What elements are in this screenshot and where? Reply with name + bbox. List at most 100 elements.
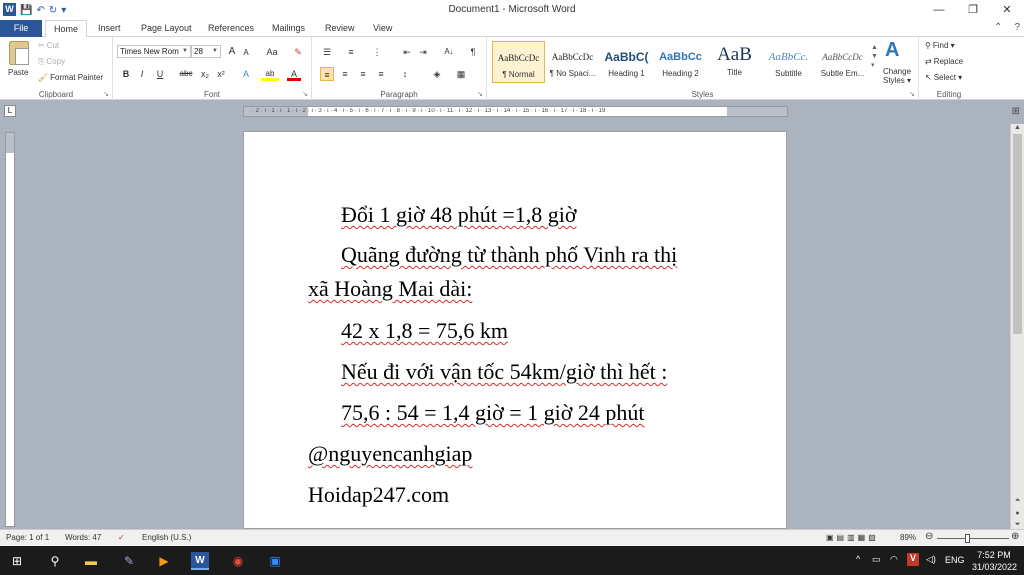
grow-font-button[interactable]: A <box>225 45 239 59</box>
align-right-icon[interactable]: ≡ <box>356 67 370 81</box>
underline-button[interactable]: U <box>153 67 167 81</box>
bold-button[interactable]: B <box>119 67 133 81</box>
vertical-ruler[interactable] <box>5 132 15 527</box>
file-explorer-icon[interactable]: ▬ <box>82 552 100 570</box>
subscript-button[interactable]: x₂ <box>198 67 212 81</box>
tab-selector[interactable]: L <box>4 105 16 117</box>
font-size-select[interactable]: 28 ▼ <box>191 45 221 58</box>
zoom-level[interactable]: 89% <box>900 533 916 542</box>
ribbon-collapse-icon[interactable]: ⌃ <box>994 22 1002 33</box>
style-heading-1[interactable]: AaBbC( Heading 1 <box>600 41 653 83</box>
battery-icon[interactable]: ▭ <box>872 554 881 575</box>
show-marks-button[interactable]: ¶ <box>466 45 480 59</box>
tab-home[interactable]: Home <box>45 20 88 38</box>
minimize-button[interactable]: — <box>922 0 956 20</box>
style-title[interactable]: AaB Title <box>708 41 761 83</box>
word-count[interactable]: Words: 47 <box>65 533 101 542</box>
chrome-icon[interactable]: ◉ <box>229 552 247 570</box>
shading-icon[interactable]: ◈ <box>430 67 444 81</box>
close-button[interactable]: ✕ <box>990 0 1024 20</box>
word-taskbar-icon[interactable]: W <box>191 552 209 570</box>
proofing-icon[interactable]: ✓ <box>118 533 125 542</box>
change-case-button[interactable]: Aa <box>263 45 281 59</box>
sort-button[interactable]: A↓ <box>440 45 458 59</box>
style-heading-2[interactable]: AaBbCc Heading 2 <box>654 41 707 83</box>
style-no-spacing[interactable]: AaBbCcDc ¶ No Spaci... <box>546 41 599 83</box>
styles-scroll-controls[interactable]: ▲ ▼ ▾ <box>871 43 878 70</box>
document-body[interactable]: Đổi 1 giờ 48 phút =1,8 giờ Quãng đường t… <box>308 194 728 515</box>
tab-file[interactable]: File <box>0 20 42 37</box>
search-icon[interactable]: ⚲ <box>46 552 64 570</box>
text-effects-button[interactable]: A <box>239 67 253 81</box>
document-page[interactable]: Đổi 1 giờ 48 phút =1,8 giờ Quãng đường t… <box>243 131 787 529</box>
copy-button[interactable]: ⎘ Copy <box>38 57 65 67</box>
help-icon[interactable]: ? <box>1014 22 1020 33</box>
doc-line-site[interactable]: Hoidap247.com <box>308 474 728 515</box>
input-language[interactable]: ENG <box>945 555 965 575</box>
style-normal[interactable]: AaBbCcDc ¶ Normal <box>492 41 545 83</box>
paste-button[interactable]: Paste <box>8 68 28 77</box>
font-launcher-icon[interactable]: ↘ <box>302 90 308 98</box>
increase-indent-icon[interactable]: ⇥ <box>416 45 430 59</box>
zoom-slider-thumb[interactable] <box>965 534 970 543</box>
numbering-icon[interactable]: ≡ <box>344 45 358 59</box>
superscript-button[interactable]: x² <box>214 67 228 81</box>
zoom-out-icon[interactable]: ⊖ <box>925 531 933 542</box>
zoom-slider[interactable] <box>937 538 1009 539</box>
tray-overflow-icon[interactable]: ^ <box>856 554 860 575</box>
paste-icon[interactable] <box>9 41 29 65</box>
doc-line-calc[interactable]: 42 x 1,8 = 75,6 km <box>308 310 728 351</box>
tab-page-layout[interactable]: Page Layout <box>141 20 192 37</box>
clock[interactable]: 7:52 PM 31/03/2022 <box>972 549 1017 575</box>
clear-formatting-icon[interactable]: ✎ <box>291 45 305 59</box>
doc-line-author[interactable]: @nguyencanhgiap <box>308 433 728 474</box>
align-left-icon[interactable]: ≡ <box>320 67 334 81</box>
zoom-in-icon[interactable]: ⊕ <box>1011 531 1019 542</box>
scroll-thumb[interactable] <box>1013 134 1022 334</box>
style-subtle-emphasis[interactable]: AaBbCcDc Subtle Em... <box>816 41 869 83</box>
page-count[interactable]: Page: 1 of 1 <box>6 533 49 542</box>
highlight-button[interactable]: ab <box>261 67 279 81</box>
horizontal-ruler[interactable]: · 2 · ı · 1 · ı · 1 · ı · 2 · ı · 3 · ı … <box>243 106 788 117</box>
browse-object-icon[interactable]: ● <box>1011 510 1024 517</box>
view-ruler-icon[interactable]: ⊞ <box>1012 106 1020 117</box>
clipboard-launcher-icon[interactable]: ↘ <box>103 90 109 98</box>
format-painter-button[interactable]: 🖌 Format Painter <box>38 73 103 82</box>
tab-mailings[interactable]: Mailings <box>272 20 305 37</box>
zoom-app-icon[interactable]: ▣ <box>266 552 284 570</box>
windows-start-icon[interactable]: ⊞ <box>8 552 26 570</box>
wifi-icon[interactable]: ◠ <box>890 554 898 575</box>
font-color-button[interactable]: A <box>287 67 301 81</box>
style-subtitle[interactable]: AaBbCc. Subtitle <box>762 41 815 83</box>
line-spacing-icon[interactable]: ↕ <box>398 67 412 81</box>
vertical-scrollbar[interactable]: ▲ ⏶ ● ⏷ <box>1010 124 1024 529</box>
replace-button[interactable]: ⇄ Replace <box>925 57 963 66</box>
select-button[interactable]: ↖ Select ▾ <box>925 73 962 82</box>
paragraph-launcher-icon[interactable]: ↘ <box>477 90 483 98</box>
borders-icon[interactable]: ▦ <box>454 67 468 81</box>
cut-button[interactable]: ✂ Cut <box>38 41 59 50</box>
doc-line-distance-a[interactable]: Quãng đường từ thành phố Vinh ra thị <box>308 238 728 272</box>
restore-button[interactable]: ❐ <box>956 0 990 20</box>
doc-line-distance-b[interactable]: xã Hoàng Mai dài: <box>308 272 728 306</box>
italic-button[interactable]: I <box>135 67 149 81</box>
shrink-font-button[interactable]: A <box>239 46 253 60</box>
volume-icon[interactable]: ◁) <box>926 554 936 575</box>
antivirus-icon[interactable]: V <box>907 553 919 566</box>
scroll-up-icon[interactable]: ▲ <box>1011 124 1024 131</box>
tab-references[interactable]: References <box>208 20 254 37</box>
doc-line-result[interactable]: 75,6 : 54 = 1,4 giờ = 1 giờ 24 phút <box>308 392 728 433</box>
tab-insert[interactable]: Insert <box>98 20 121 37</box>
language-indicator[interactable]: English (U.S.) <box>142 533 191 542</box>
justify-icon[interactable]: ≡ <box>374 67 388 81</box>
bullets-icon[interactable]: ☰ <box>320 45 334 59</box>
change-styles-icon[interactable]: A <box>885 39 899 62</box>
view-buttons[interactable]: ▣▤▥▦▧ <box>826 533 879 542</box>
find-button[interactable]: ⚲ Find ▾ <box>925 41 955 50</box>
tab-review[interactable]: Review <box>325 20 355 37</box>
multilevel-list-icon[interactable]: ⋮ <box>370 45 384 59</box>
doc-line-speed[interactable]: Nếu đi với vận tốc 54km/giờ thì hết : <box>308 351 728 392</box>
styles-launcher-icon[interactable]: ↘ <box>909 90 915 98</box>
doc-line-convert[interactable]: Đổi 1 giờ 48 phút =1,8 giờ <box>308 194 728 235</box>
font-name-select[interactable]: Times New Rom ▼ <box>117 45 191 58</box>
